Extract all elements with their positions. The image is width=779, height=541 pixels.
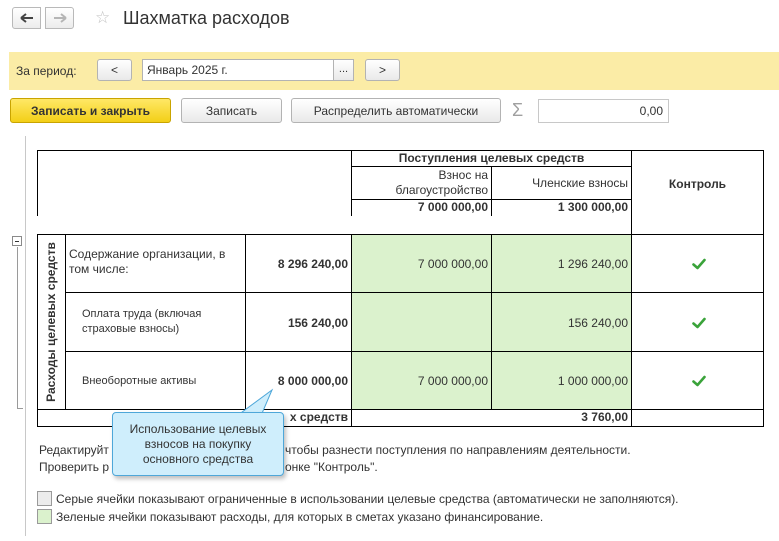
legend-gray-swatch [37, 491, 52, 506]
remainder-control-cell [631, 409, 764, 427]
forward-button[interactable] [45, 7, 74, 29]
row-name: Содержание организации, в том числе: [69, 247, 226, 276]
row-name: Внеоборотные активы [82, 375, 197, 387]
legend-green-text: Зеленые ячейки показывают расходы, для к… [56, 510, 544, 524]
amount-value: 1 296 240,00 [557, 257, 628, 271]
column-header-label: Взнос на благоустройство [395, 168, 488, 197]
amount-cell[interactable] [351, 292, 492, 352]
hint-line-start: Проверить р [39, 460, 110, 474]
auto-distribute-button[interactable]: Распределить автоматически [291, 98, 501, 123]
column-header-label: Членские взносы [532, 176, 628, 190]
sum-field: 0,00 [538, 99, 669, 123]
period-label: За период: [16, 64, 77, 78]
expense-group-label: Расходы целевых средств [44, 242, 59, 402]
checkmark-icon [692, 375, 706, 387]
header-corner-cell [37, 150, 352, 216]
amount-value: 1 000 000,00 [557, 374, 628, 388]
arrow-left-icon [19, 13, 33, 23]
control-header-label: Контроль [668, 177, 727, 191]
favorite-star-icon[interactable]: ☆ [95, 8, 110, 28]
amount-value: 7 000 000,00 [417, 257, 488, 271]
remainder-value: 3 760,00 [581, 410, 628, 424]
amount-value: 7 000 000,00 [417, 374, 488, 388]
hint-line-start: Редактируйт [39, 443, 109, 457]
save-button[interactable]: Записать [181, 98, 282, 123]
checkmark-icon [692, 317, 706, 329]
page-title: Шахматка расходов [123, 8, 290, 28]
column-total-value: 7 000 000,00 [417, 200, 488, 214]
callout-tooltip: Использование целевых взносов на покупку… [112, 412, 284, 476]
income-group-label: Поступления целевых средств [398, 151, 585, 165]
hint-line-end: чтобы разнести поступления по направлени… [285, 443, 631, 457]
checkmark-icon [692, 258, 706, 270]
row-total: 8 000 000,00 [277, 374, 348, 388]
row-total: 8 296 240,00 [277, 257, 348, 271]
period-prev-button[interactable]: < [97, 59, 132, 81]
collapse-toggle[interactable] [12, 236, 22, 246]
period-next-button[interactable]: > [365, 59, 400, 81]
sigma-icon: Σ [512, 100, 524, 120]
control-header-cell [631, 150, 764, 234]
row-total: 156 240,00 [287, 316, 348, 330]
hint-line-end: онке "Контроль". [285, 460, 378, 474]
back-button[interactable] [12, 7, 41, 29]
arrow-right-icon [53, 13, 67, 23]
amount-value: 156 240,00 [567, 316, 628, 330]
column-total-value: 1 300 000,00 [557, 200, 628, 214]
period-picker-button[interactable]: ... [333, 59, 354, 81]
save-and-close-button[interactable]: Записать и закрыть [10, 98, 171, 123]
group-bracket [17, 247, 23, 409]
legend-green-swatch [37, 509, 52, 524]
row-name: Оплата труда (включая страховые взносы) [82, 308, 202, 335]
grid-left-border [25, 136, 26, 536]
period-input[interactable]: Январь 2025 г. [142, 59, 334, 81]
legend-gray-text: Серые ячейки показывают ограниченные в и… [56, 492, 679, 506]
